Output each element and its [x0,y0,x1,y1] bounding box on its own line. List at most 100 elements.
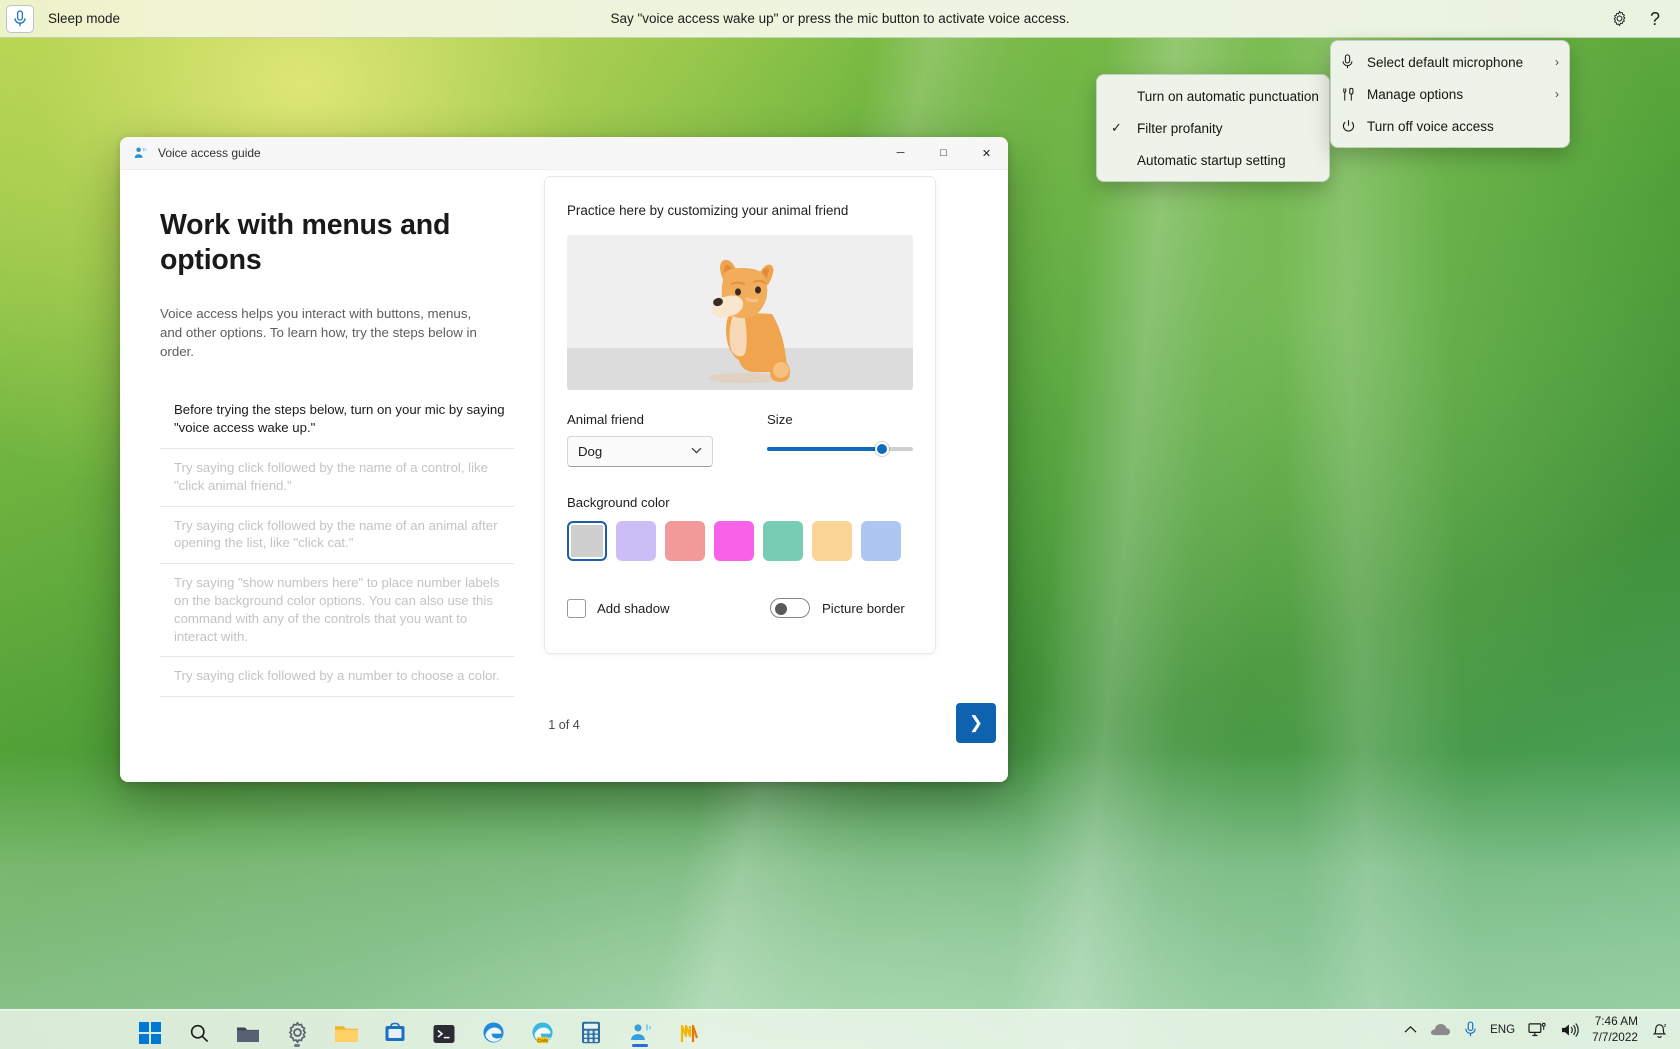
system-tray: ENG 7:46 AM 7/7/2022 z [1404,1014,1680,1046]
microphone-icon[interactable] [6,4,34,33]
manage-options-submenu: Turn on automatic punctuation ✓ Filter p… [1096,74,1330,182]
list-item: Try saying click followed by the name of… [160,507,514,565]
gear-icon[interactable] [1604,5,1634,33]
microphone-icon[interactable] [1464,1021,1477,1038]
window-titlebar[interactable]: Voice access guide ─ □ ✕ [120,137,1008,170]
edge-button[interactable] [473,1013,513,1047]
list-item: Try saying "show numbers here" to place … [160,564,514,658]
tools-icon [1341,87,1367,102]
menu-item-filter-profanity[interactable]: ✓ Filter profanity [1097,112,1329,144]
add-shadow-label: Add shadow [597,600,670,616]
picture-border-group[interactable]: Picture border [770,598,905,618]
menu-item-label: Select default microphone [1367,54,1524,70]
guide-footer: 1 of 4 ❯ [120,690,1008,782]
menu-item-label: Turn off voice access [1367,118,1494,134]
picture-border-toggle[interactable] [770,598,810,618]
menu-item-manage-options[interactable]: Manage options › [1331,78,1569,110]
start-button[interactable] [130,1013,170,1047]
dog-illustration [708,259,790,383]
color-swatch-teal[interactable] [763,521,803,561]
svg-text:z: z [1664,1023,1667,1029]
file-explorer-dark[interactable] [228,1013,268,1047]
steps-list: Before trying the steps below, turn on y… [160,391,514,698]
clock-time: 7:46 AM [1594,1013,1638,1028]
notification-bell-icon[interactable]: z [1651,1021,1668,1039]
slider-thumb[interactable] [875,442,890,456]
chevron-up-icon[interactable] [1404,1025,1417,1034]
clock[interactable]: 7:46 AM 7/7/2022 [1592,1014,1638,1046]
next-button[interactable]: ❯ [956,703,996,743]
taskbar: CAN ENG 7:46 AM 7/7/2022 z [0,1009,1680,1049]
voice-access-hint: Say "voice access wake up" or press the … [610,11,1070,26]
practice-panel-title: Practice here by customizing your animal… [567,203,849,218]
slider-fill [767,447,883,451]
taskbar-apps: CAN [130,1013,709,1047]
voice-access-mode-label: Sleep mode [48,11,121,26]
chevron-right-icon: › [1555,87,1559,101]
chevron-down-icon [691,446,702,457]
animal-and-size-controls: Animal friend Dog Size [567,412,913,467]
chevron-right-icon: › [1555,55,1559,69]
list-item: Try saying click followed by the name of… [160,449,514,507]
color-swatch-light-blue[interactable] [861,521,901,561]
question-mark-icon[interactable]: ? [1640,5,1670,33]
size-group: Size [767,412,913,467]
voice-access-guide-window: Voice access guide ─ □ ✕ Work with menus… [120,137,1008,782]
animal-friend-dropdown[interactable]: Dog [567,436,713,467]
microphone-icon [1341,54,1367,70]
menu-item-automatic-punctuation[interactable]: Turn on automatic punctuation [1097,80,1329,112]
power-icon [1341,119,1367,134]
app-button[interactable] [669,1013,709,1047]
add-shadow-group[interactable]: Add shadow [567,598,770,618]
color-swatch-gray[interactable] [567,521,607,561]
calculator-button[interactable] [571,1013,611,1047]
close-button[interactable]: ✕ [965,137,1008,170]
color-swatch-lavender[interactable] [616,521,656,561]
menu-item-label: Filter profanity [1137,120,1223,136]
voice-access-button[interactable] [620,1013,660,1047]
guide-intro-text: Voice access helps you interact with but… [160,305,477,360]
cloud-icon[interactable] [1430,1023,1451,1037]
page-title: Work with menus and options [160,209,451,276]
menu-item-turn-off-voice-access[interactable]: Turn off voice access [1331,110,1569,142]
search-button[interactable] [179,1013,219,1047]
add-shadow-checkbox[interactable] [567,598,586,618]
volume-icon[interactable] [1560,1022,1579,1038]
svg-text:CAN: CAN [537,1037,548,1043]
toggle-knob [775,603,787,615]
file-explorer[interactable] [326,1013,366,1047]
window-controls: ─ □ ✕ [879,137,1008,170]
color-swatch-peach[interactable] [812,521,852,561]
language-indicator[interactable]: ENG [1490,1024,1515,1036]
minimize-button[interactable]: ─ [879,137,922,170]
list-item: Before trying the steps below, turn on y… [160,391,514,449]
animal-friend-value: Dog [578,444,603,459]
menu-item-label: Turn on automatic punctuation [1137,88,1319,104]
background-color-swatches [567,521,913,561]
store-button[interactable] [375,1013,415,1047]
size-slider[interactable] [767,436,913,462]
voice-access-bar: Sleep mode Say "voice access wake up" or… [0,0,1680,38]
wallpaper-glow [0,751,1680,1011]
network-icon[interactable] [1528,1022,1547,1038]
practice-panel: Practice here by customizing your animal… [544,176,936,654]
terminal-button[interactable] [424,1013,464,1047]
color-swatch-magenta[interactable] [714,521,754,561]
edge-canary-button[interactable]: CAN [522,1013,562,1047]
menu-item-label: Automatic startup setting [1137,152,1286,168]
picture-border-label: Picture border [822,600,905,616]
animal-friend-group: Animal friend Dog [567,412,767,467]
menu-item-label: Manage options [1367,86,1464,102]
window-title: Voice access guide [158,146,261,160]
help-glyph: ? [1649,8,1660,29]
menu-item-automatic-startup-setting[interactable]: Automatic startup setting [1097,144,1329,176]
settings-button[interactable] [277,1013,317,1047]
background-color-label: Background color [567,495,670,510]
clock-date: 7/7/2022 [1592,1029,1638,1044]
color-swatch-salmon[interactable] [665,521,705,561]
maximize-button[interactable]: □ [922,137,965,170]
voice-access-icon [132,145,148,161]
menu-item-select-default-microphone[interactable]: Select default microphone › [1331,46,1569,78]
voice-access-settings-menu: Select default microphone › Manage optio… [1330,40,1570,148]
shadow-and-border-controls: Add shadow Picture border [567,598,913,618]
